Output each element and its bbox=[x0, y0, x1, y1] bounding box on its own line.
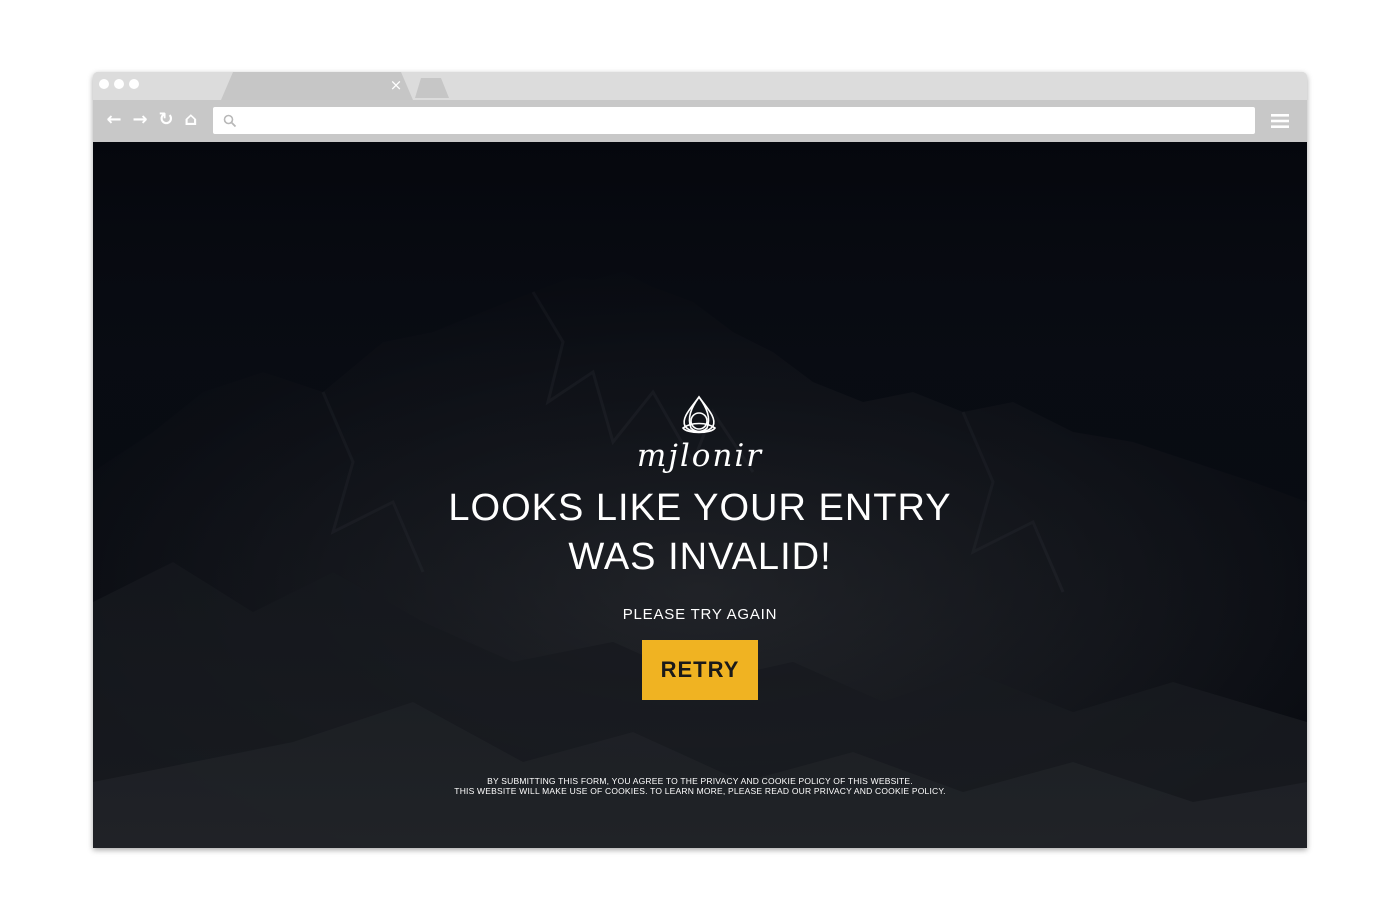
toolbar: ← → ↻ ⌂ bbox=[93, 100, 1307, 142]
home-icon[interactable]: ⌂ bbox=[180, 107, 202, 133]
headline-line-1: LOOKS LIKE YOUR ENTRY bbox=[448, 487, 952, 529]
page-viewport: mjlonir LOOKS LIKE YOUR ENTRY WAS INVALI… bbox=[93, 142, 1307, 848]
tab-bar: × bbox=[93, 72, 1307, 100]
tab-active[interactable] bbox=[221, 72, 413, 100]
retry-prompt: PLEASE TRY AGAIN bbox=[622, 606, 778, 623]
headline-line-2: WAS INVALID! bbox=[568, 536, 832, 578]
close-icon[interactable]: × bbox=[389, 77, 403, 93]
retry-button[interactable]: RETRY bbox=[642, 640, 758, 700]
window-controls bbox=[99, 79, 139, 89]
forward-arrow-icon[interactable]: → bbox=[129, 107, 151, 133]
browser-window: × ← → ↻ ⌂ mjlonir LOOKS LIKE YOUR ENTRY … bbox=[93, 72, 1307, 848]
window-close-dot[interactable] bbox=[99, 79, 109, 89]
window-maximize-dot[interactable] bbox=[129, 79, 139, 89]
window-minimize-dot[interactable] bbox=[114, 79, 124, 89]
legal-notice-line-1: BY SUBMITTING THIS FORM, YOU AGREE TO TH… bbox=[487, 776, 913, 786]
menu-icon[interactable] bbox=[1271, 113, 1289, 129]
brand-wordmark: mjlonir bbox=[636, 438, 764, 474]
address-bar[interactable] bbox=[213, 107, 1255, 134]
reload-icon[interactable]: ↻ bbox=[155, 107, 177, 133]
legal-notice-line-2: THIS WEBSITE WILL MAKE USE OF COOKIES. T… bbox=[454, 786, 946, 796]
page-title: LOOKS LIKE YOUR ENTRY WAS INVALID! bbox=[93, 484, 1307, 582]
back-arrow-icon[interactable]: ← bbox=[103, 107, 125, 133]
new-tab-button[interactable] bbox=[415, 78, 449, 98]
triquetra-logo-icon bbox=[681, 395, 717, 434]
search-icon bbox=[223, 114, 237, 128]
